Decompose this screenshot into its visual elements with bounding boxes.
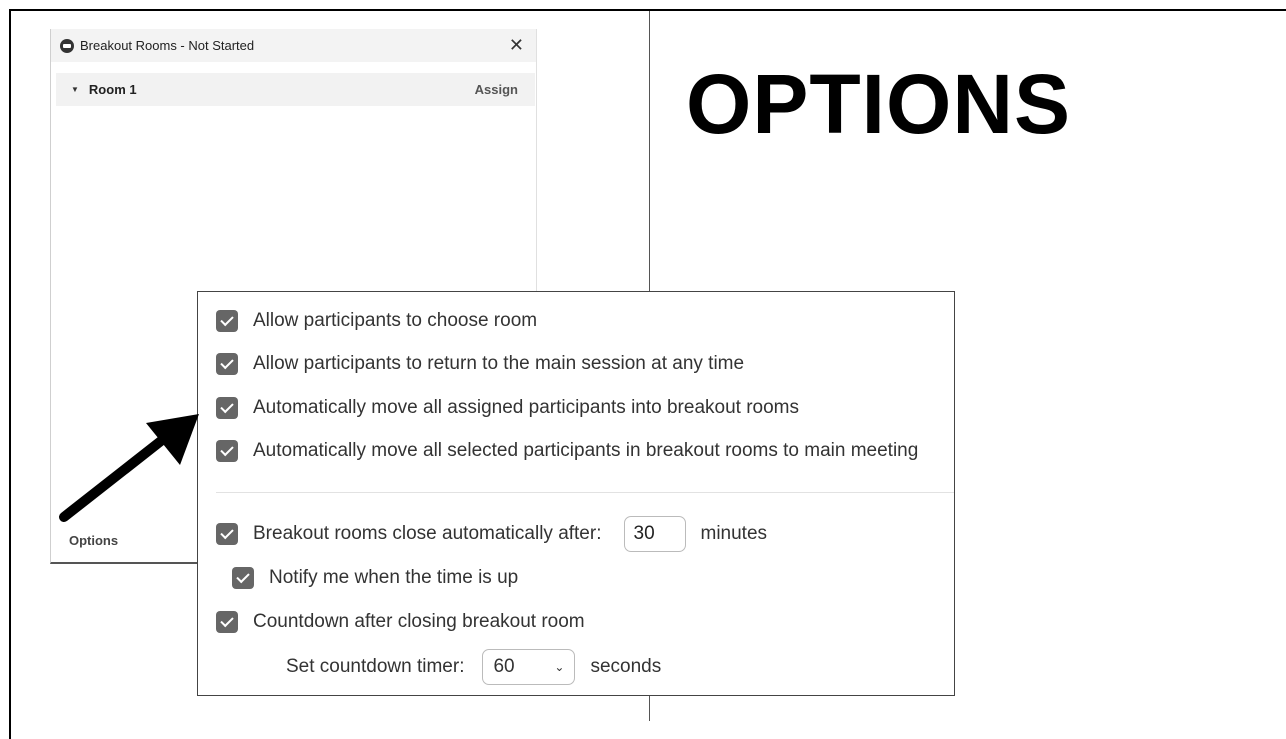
checkmark-icon[interactable]: [216, 523, 238, 545]
window-titlebar: Breakout Rooms - Not Started ✕: [51, 29, 536, 62]
option-auto-close[interactable]: Breakout rooms close automatically after…: [216, 516, 767, 552]
option-label: Allow participants to choose room: [253, 310, 538, 331]
chevron-down-icon: ⌄: [554, 660, 565, 674]
options-panel: Allow participants to choose room Allow …: [197, 291, 955, 696]
room-name: Room 1: [88, 82, 137, 97]
option-label: Automatically move all selected particip…: [253, 440, 919, 461]
close-icon[interactable]: ✕: [509, 35, 524, 55]
option-label: Automatically move all assigned particip…: [253, 397, 799, 418]
countdown-timer-row: Set countdown timer: 60 ⌄ seconds: [286, 649, 661, 685]
window-title: Breakout Rooms - Not Started: [80, 38, 255, 53]
checkmark-icon[interactable]: [216, 310, 238, 332]
option-auto-move-selected[interactable]: Automatically move all selected particip…: [216, 440, 918, 462]
option-label: Breakout rooms close automatically after…: [253, 523, 602, 544]
minutes-unit: minutes: [700, 523, 768, 544]
section-divider: [216, 492, 954, 493]
checkmark-icon[interactable]: [232, 567, 254, 589]
zoom-app-icon: [60, 38, 74, 53]
option-allow-return[interactable]: Allow participants to return to the main…: [216, 353, 744, 375]
caret-down-icon[interactable]: ▼: [71, 85, 79, 94]
seconds-unit: seconds: [590, 656, 662, 677]
countdown-timer-label: Set countdown timer:: [286, 656, 465, 677]
checkmark-icon[interactable]: [216, 397, 238, 419]
option-label: Allow participants to return to the main…: [253, 353, 745, 374]
option-auto-move-assigned[interactable]: Automatically move all assigned particip…: [216, 397, 799, 419]
close-minutes-input[interactable]: [623, 516, 686, 552]
option-countdown[interactable]: Countdown after closing breakout room: [216, 611, 585, 633]
option-allow-choose-room[interactable]: Allow participants to choose room: [216, 310, 537, 332]
countdown-timer-value: 60: [493, 656, 515, 677]
options-button[interactable]: Options: [69, 533, 118, 548]
countdown-timer-select[interactable]: 60 ⌄: [482, 649, 576, 685]
option-label: Notify me when the time is up: [269, 567, 519, 588]
checkmark-icon[interactable]: [216, 440, 238, 462]
option-label: Countdown after closing breakout room: [253, 611, 585, 632]
option-notify[interactable]: Notify me when the time is up: [232, 567, 518, 589]
checkmark-icon[interactable]: [216, 611, 238, 633]
slide-title: OPTIONS: [686, 57, 1072, 151]
assign-button[interactable]: Assign: [475, 82, 518, 97]
checkmark-icon[interactable]: [216, 353, 238, 375]
room-row[interactable]: ▼ Room 1 Assign: [56, 73, 535, 106]
